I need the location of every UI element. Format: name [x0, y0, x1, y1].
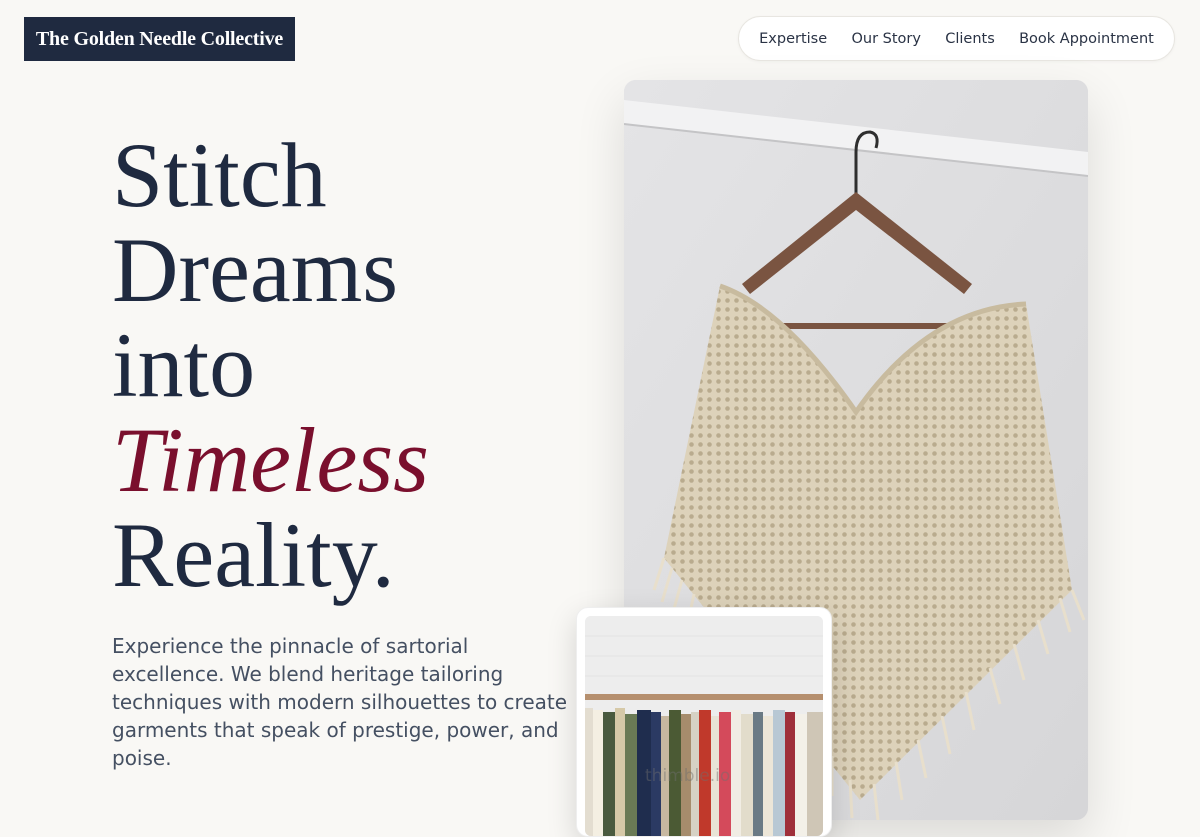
- headline-line-1: Stitch: [112, 124, 327, 226]
- headline-line-2: Dreams: [112, 219, 399, 321]
- clothing-rack-illustration: [585, 616, 823, 836]
- headline-line-3: into: [112, 314, 256, 416]
- hero-headline: Stitch Dreams into Timeless Reality.: [112, 128, 429, 603]
- thumbnail-card[interactable]: thimble.io: [576, 607, 832, 837]
- thumbnail-image-clothing-rack: thimble.io: [585, 616, 823, 836]
- nav-item-book-appointment[interactable]: Book Appointment: [1019, 31, 1154, 47]
- thumbnail-watermark: thimble.io: [645, 766, 731, 786]
- brand-logo[interactable]: The Golden Needle Collective: [24, 17, 295, 61]
- headline-line-5: Reality.: [112, 504, 395, 606]
- nav-item-our-story[interactable]: Our Story: [851, 31, 920, 47]
- hero-description: Experience the pinnacle of sartorial exc…: [112, 634, 568, 770]
- nav-item-expertise[interactable]: Expertise: [759, 31, 827, 47]
- headline-accent-word: Timeless: [112, 409, 429, 511]
- nav-item-clients[interactable]: Clients: [945, 31, 995, 47]
- main-nav: Expertise Our Story Clients Book Appoint…: [738, 16, 1175, 61]
